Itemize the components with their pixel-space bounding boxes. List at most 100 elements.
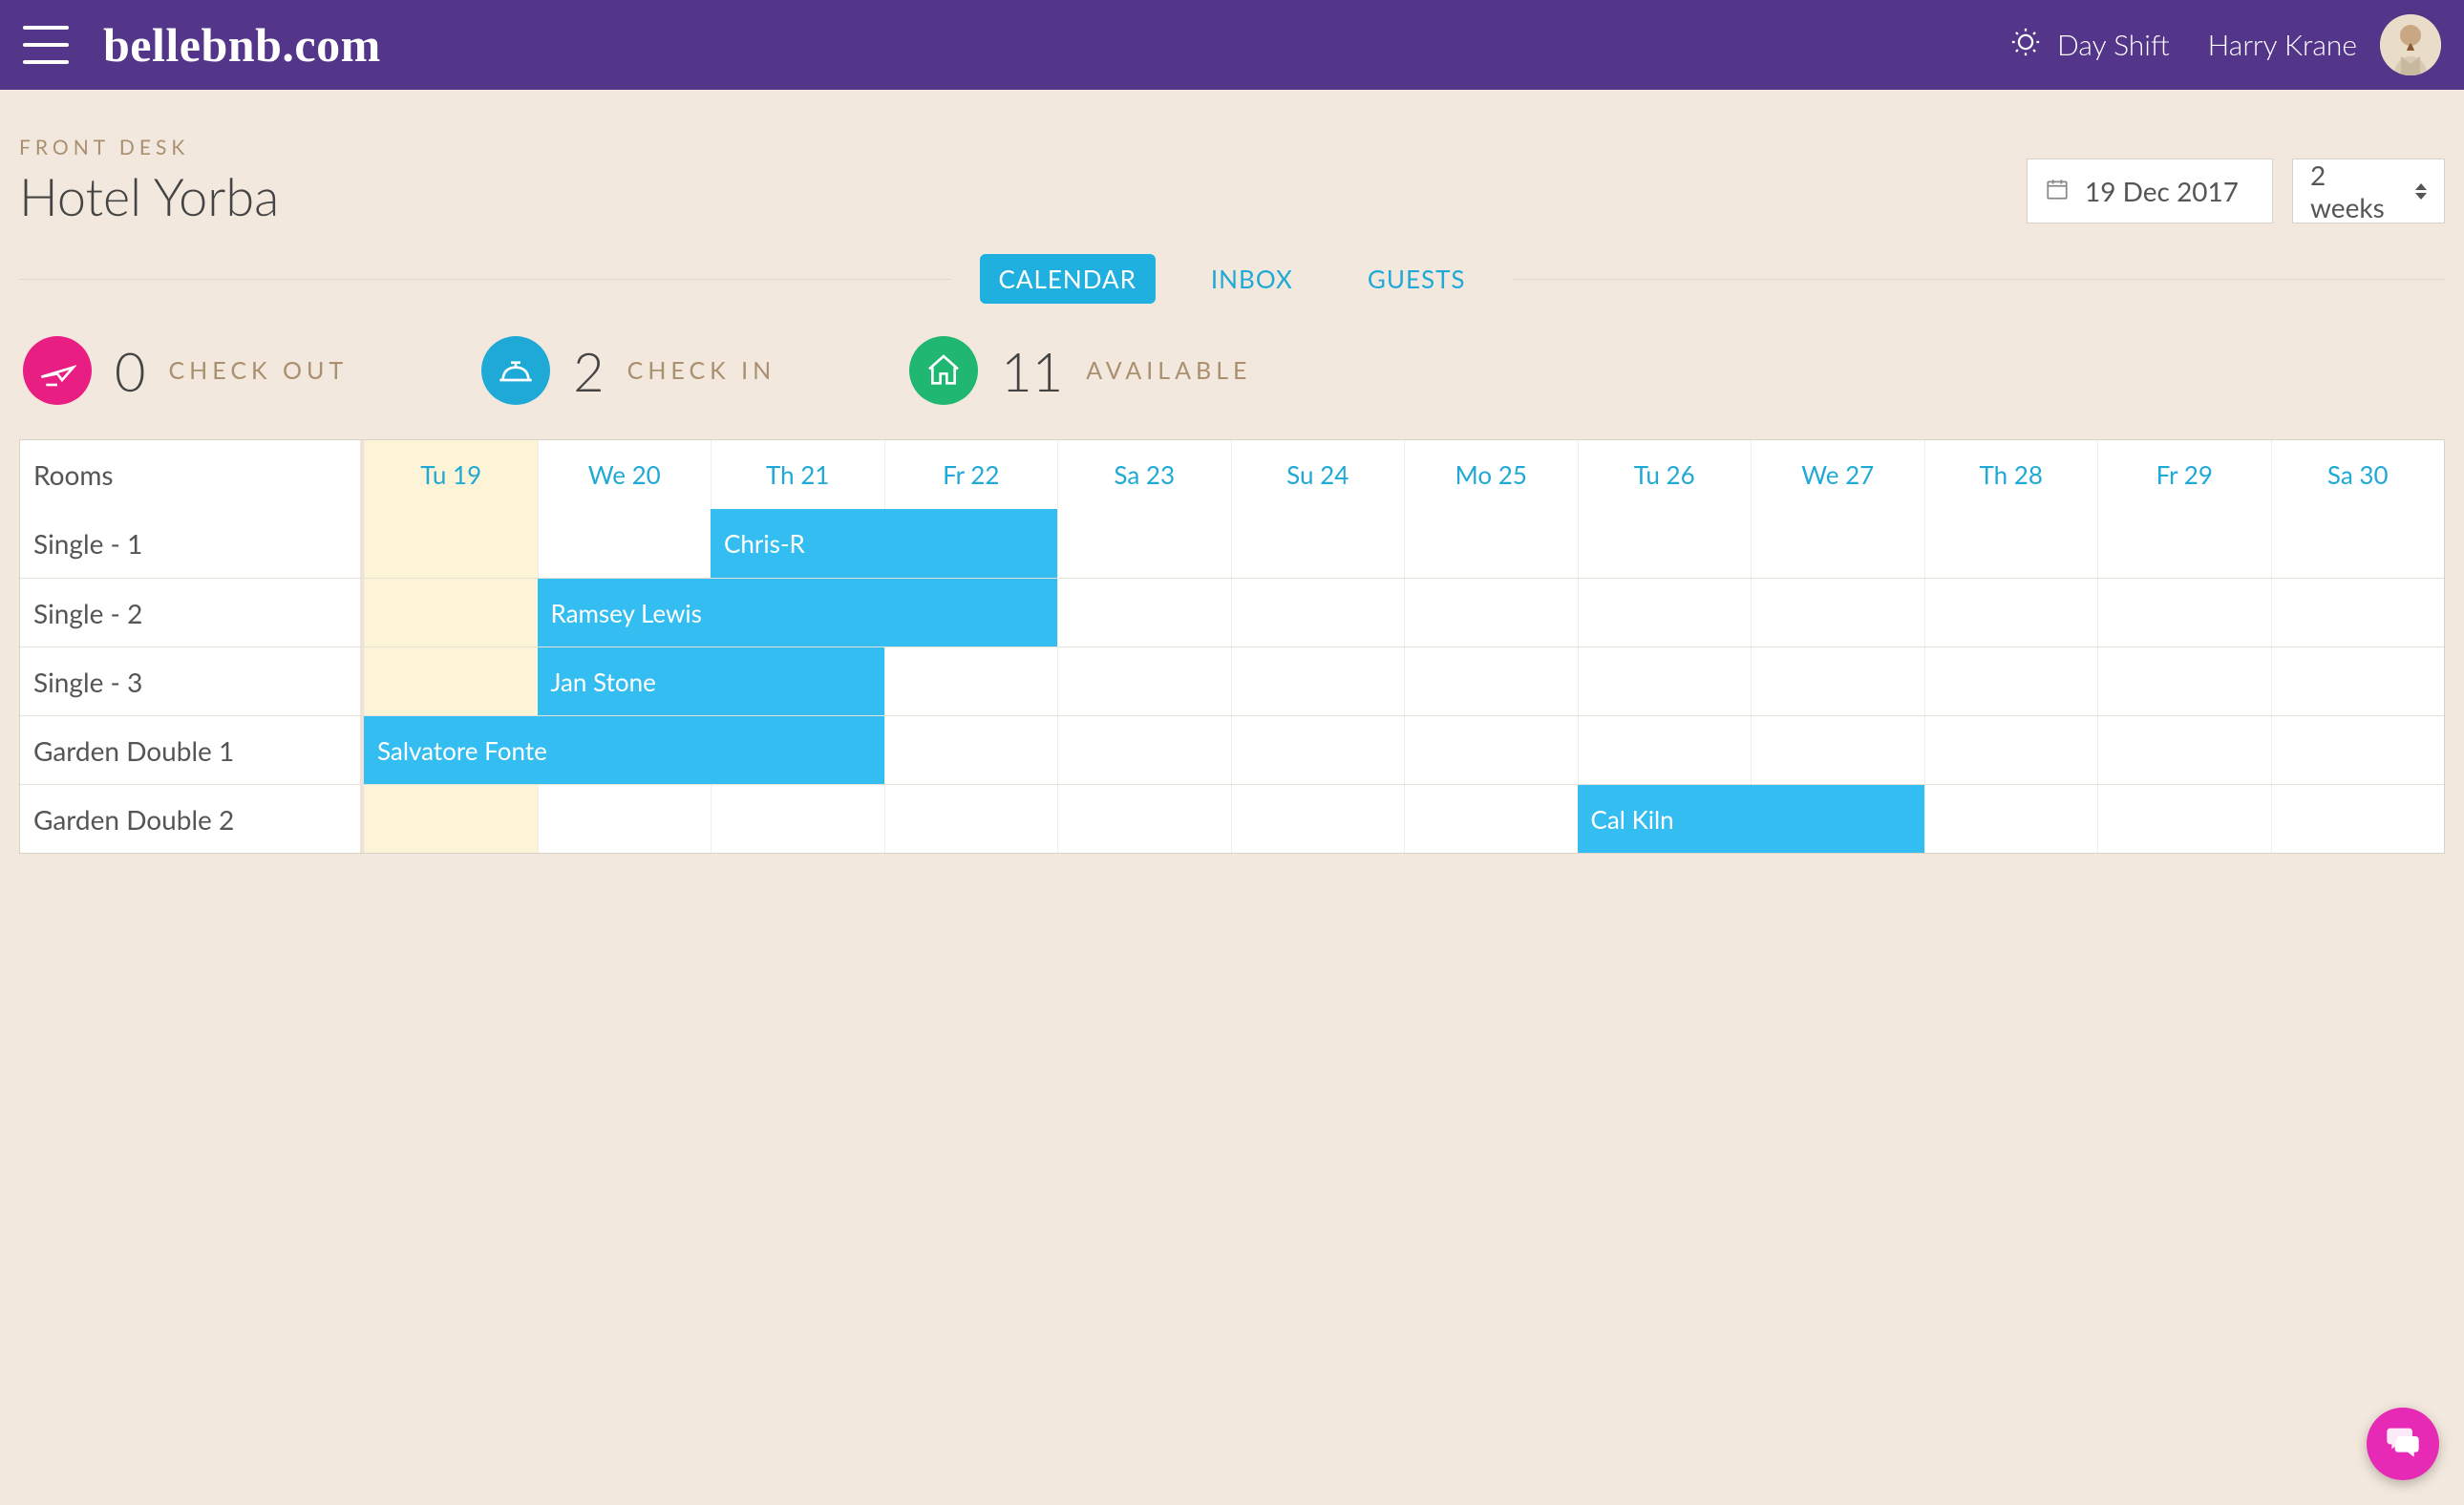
calendar-cell[interactable] xyxy=(1404,579,1578,647)
calendar-cell[interactable] xyxy=(1578,509,1752,578)
calendar-cell[interactable] xyxy=(1751,579,1924,647)
range-select[interactable]: 2 weeks xyxy=(2292,159,2445,223)
calendar-cell[interactable] xyxy=(1924,579,2098,647)
calendar-cell[interactable] xyxy=(2097,785,2271,853)
calendar-cell[interactable] xyxy=(1924,785,2098,853)
avatar xyxy=(2380,14,2441,75)
room-name[interactable]: Single - 1 xyxy=(20,509,364,578)
calendar-cell[interactable] xyxy=(1924,647,2098,715)
home-icon xyxy=(909,336,978,405)
rooms-header: Rooms xyxy=(20,440,364,509)
calendar-cell[interactable] xyxy=(1231,509,1405,578)
date-picker[interactable]: 19 Dec 2017 xyxy=(2027,159,2273,223)
checkin-label: CHECK IN xyxy=(627,356,776,385)
tab-calendar[interactable]: CALENDAR xyxy=(980,254,1156,304)
calendar-cell[interactable] xyxy=(1404,509,1578,578)
calendar-cell[interactable] xyxy=(364,647,538,715)
calendar-cell[interactable] xyxy=(1231,647,1405,715)
calendar-cell[interactable] xyxy=(1578,716,1752,784)
booking[interactable]: Jan Stone xyxy=(538,647,884,715)
calendar-cell[interactable] xyxy=(1404,785,1578,853)
calendar-cell[interactable] xyxy=(1057,509,1231,578)
calendar-cell[interactable] xyxy=(364,579,538,647)
calendar-cell[interactable] xyxy=(1057,785,1231,853)
day-header: Th 28 xyxy=(1924,440,2098,509)
range-value: 2 weeks xyxy=(2310,159,2400,223)
calendar-icon xyxy=(2045,175,2070,207)
day-header: Sa 23 xyxy=(1057,440,1231,509)
date-value: 19 Dec 2017 xyxy=(2085,175,2239,207)
room-row: Single - 3 Jan Stone xyxy=(20,647,2444,715)
bell-icon xyxy=(481,336,550,405)
checkout-label: CHECK OUT xyxy=(168,356,348,385)
calendar-cell[interactable] xyxy=(2097,579,2271,647)
booking[interactable]: Chris-R xyxy=(711,509,1057,578)
calendar-cell[interactable] xyxy=(1057,716,1231,784)
stat-checkin[interactable]: 2 CHECK IN xyxy=(481,336,775,405)
checkout-count: 0 xyxy=(115,339,145,403)
calendar-grid: Rooms Tu 19We 20Th 21Fr 22Sa 23Su 24Mo 2… xyxy=(19,439,2445,854)
tab-inbox[interactable]: INBOX xyxy=(1192,254,1312,304)
user-menu[interactable]: Harry Krane xyxy=(2208,14,2441,75)
calendar-cell[interactable] xyxy=(1057,647,1231,715)
booking[interactable]: Cal Kiln xyxy=(1578,785,1924,853)
room-name[interactable]: Garden Double 1 xyxy=(20,716,364,784)
calendar-cell[interactable] xyxy=(364,785,538,853)
shift-toggle[interactable]: Day Shift xyxy=(2009,26,2170,65)
shift-label: Day Shift xyxy=(2057,28,2170,62)
room-name[interactable]: Single - 3 xyxy=(20,647,364,715)
room-row: Garden Double 2 Cal Kiln xyxy=(20,784,2444,853)
available-label: AVAILABLE xyxy=(1086,356,1251,385)
logo: bellebnb.com xyxy=(103,17,381,73)
calendar-cell[interactable] xyxy=(538,785,712,853)
menu-button[interactable] xyxy=(23,26,69,64)
day-header: Tu 26 xyxy=(1578,440,1752,509)
calendar-cell[interactable] xyxy=(1751,647,1924,715)
day-header: Tu 19 xyxy=(364,440,538,509)
chat-button[interactable] xyxy=(2367,1408,2439,1480)
day-header: Th 21 xyxy=(711,440,884,509)
calendar-cell[interactable] xyxy=(884,647,1058,715)
calendar-cell[interactable] xyxy=(538,509,712,578)
calendar-cell[interactable] xyxy=(1578,579,1752,647)
day-header: We 20 xyxy=(538,440,712,509)
calendar-cell[interactable] xyxy=(1751,716,1924,784)
day-header: Fr 29 xyxy=(2097,440,2271,509)
calendar-cell[interactable] xyxy=(1231,716,1405,784)
day-header: Su 24 xyxy=(1231,440,1405,509)
tab-guests[interactable]: GUESTS xyxy=(1349,254,1485,304)
calendar-cell[interactable] xyxy=(1751,509,1924,578)
calendar-cell[interactable] xyxy=(2271,647,2445,715)
calendar-cell[interactable] xyxy=(1231,579,1405,647)
calendar-cell[interactable] xyxy=(1404,716,1578,784)
calendar-cell[interactable] xyxy=(1231,785,1405,853)
stat-available[interactable]: 11 AVAILABLE xyxy=(909,336,1251,405)
calendar-cell[interactable] xyxy=(1404,647,1578,715)
calendar-cell[interactable] xyxy=(2271,716,2445,784)
calendar-cell[interactable] xyxy=(2097,716,2271,784)
app-header: bellebnb.com Day Shift Harry Krane xyxy=(0,0,2464,90)
room-row: Single - 2 Ramsey Lewis xyxy=(20,578,2444,647)
calendar-cell[interactable] xyxy=(884,716,1058,784)
calendar-cell[interactable] xyxy=(2097,647,2271,715)
day-header: Sa 30 xyxy=(2271,440,2445,509)
calendar-cell[interactable] xyxy=(364,509,538,578)
room-row: Single - 1 Chris-R xyxy=(20,509,2444,578)
calendar-cell[interactable] xyxy=(1057,579,1231,647)
calendar-cell[interactable] xyxy=(2097,509,2271,578)
calendar-cell[interactable] xyxy=(711,785,884,853)
calendar-cell[interactable] xyxy=(2271,509,2445,578)
calendar-cell[interactable] xyxy=(1578,647,1752,715)
calendar-cell[interactable] xyxy=(884,785,1058,853)
calendar-cell[interactable] xyxy=(1924,716,2098,784)
room-name[interactable]: Single - 2 xyxy=(20,579,364,647)
booking[interactable]: Ramsey Lewis xyxy=(538,579,1058,647)
available-count: 11 xyxy=(1001,339,1063,403)
room-name[interactable]: Garden Double 2 xyxy=(20,785,364,853)
calendar-cell[interactable] xyxy=(1924,509,2098,578)
airplane-icon xyxy=(23,336,92,405)
calendar-cell[interactable] xyxy=(2271,785,2445,853)
calendar-cell[interactable] xyxy=(2271,579,2445,647)
stat-checkout[interactable]: 0 CHECK OUT xyxy=(23,336,348,405)
booking[interactable]: Salvatore Fonte xyxy=(364,716,884,784)
